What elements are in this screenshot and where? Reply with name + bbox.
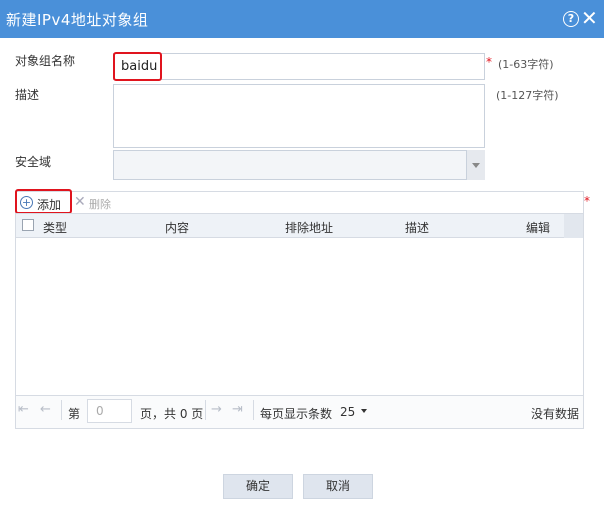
per-page-select[interactable]: 25 bbox=[340, 405, 355, 419]
dialog-title: 新建IPv4地址对象组 bbox=[6, 11, 149, 29]
header-scroll-spacer bbox=[564, 214, 583, 238]
name-label: 对象组名称 bbox=[15, 54, 76, 68]
column-header-exclude-address[interactable]: 排除地址 bbox=[285, 219, 333, 236]
pager-divider bbox=[61, 400, 62, 420]
table-required-mark: * bbox=[584, 194, 590, 208]
page-number-input[interactable]: 0 bbox=[87, 399, 132, 423]
name-hint: (1-63字符) bbox=[498, 58, 554, 71]
next-page-icon[interactable]: → bbox=[211, 402, 222, 417]
column-header-content[interactable]: 内容 bbox=[165, 219, 189, 236]
delete-x-icon[interactable]: ✕ bbox=[74, 194, 86, 210]
page-total-text: 页，共 0 页 bbox=[140, 407, 204, 421]
question-circle-icon[interactable]: ? bbox=[563, 11, 579, 27]
chevron-down-icon[interactable] bbox=[466, 150, 485, 180]
pager-divider bbox=[205, 400, 206, 420]
add-button-highlight[interactable] bbox=[15, 189, 72, 214]
description-hint: (1-127字符) bbox=[496, 89, 559, 102]
per-page-label: 每页显示条数 bbox=[260, 407, 333, 421]
pager-divider bbox=[253, 400, 254, 420]
description-label: 描述 bbox=[15, 88, 40, 102]
column-header-description[interactable]: 描述 bbox=[405, 219, 429, 236]
delete-button-label[interactable]: 删除 bbox=[89, 196, 111, 212]
name-input[interactable] bbox=[113, 53, 485, 80]
confirm-button[interactable]: 确定 bbox=[223, 474, 293, 499]
name-required-mark: * bbox=[486, 55, 492, 69]
page-prefix: 第 bbox=[68, 407, 81, 421]
security-zone-label: 安全域 bbox=[15, 155, 52, 169]
security-zone-select[interactable] bbox=[113, 150, 485, 180]
no-data-text: 没有数据 bbox=[531, 407, 580, 421]
caret-down-icon[interactable] bbox=[361, 409, 367, 413]
column-header-type[interactable]: 类型 bbox=[43, 219, 67, 236]
name-input-value: baidu bbox=[121, 59, 158, 74]
column-header-edit[interactable]: 编辑 bbox=[526, 219, 550, 236]
last-page-icon[interactable]: ⇥ bbox=[232, 402, 243, 417]
select-all-checkbox[interactable] bbox=[22, 219, 34, 231]
first-page-icon[interactable]: ⇤ bbox=[18, 402, 29, 417]
cancel-button[interactable]: 取消 bbox=[303, 474, 373, 499]
description-textarea[interactable] bbox=[113, 84, 485, 148]
close-icon[interactable]: ✕ bbox=[581, 6, 598, 30]
prev-page-icon[interactable]: ← bbox=[40, 402, 51, 417]
